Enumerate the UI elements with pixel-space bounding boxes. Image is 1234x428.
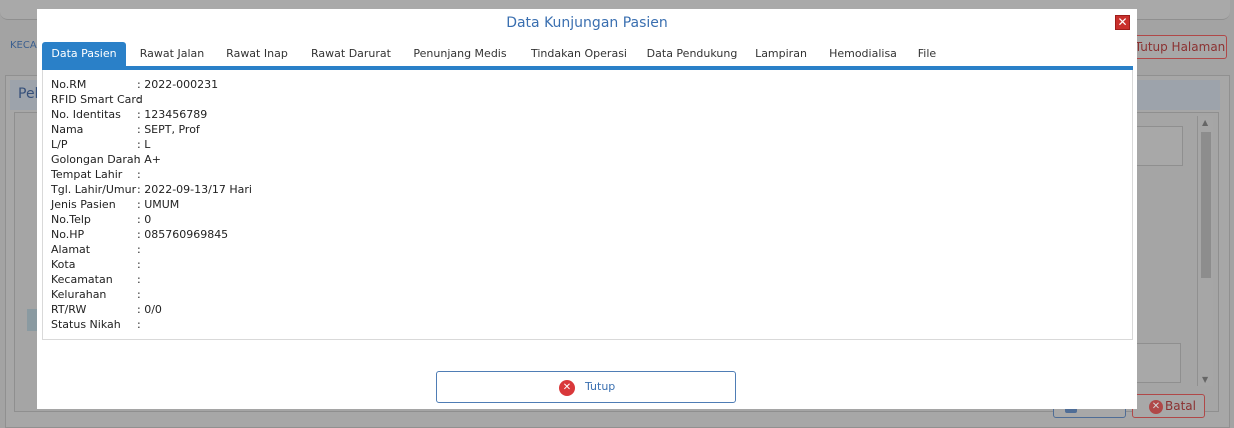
background-field-box — [1135, 343, 1181, 383]
field-value: : — [137, 93, 141, 106]
field-label: L/P — [51, 138, 68, 151]
tab-data-pendukung[interactable]: Data Pendukung — [642, 42, 742, 66]
field-row: Nama : SEPT, Prof — [51, 122, 200, 137]
field-row: L/P : L — [51, 137, 150, 152]
field-label: No.Telp — [51, 213, 91, 226]
field-label: Status Nikah — [51, 318, 121, 331]
field-row: Kecamatan: — [51, 272, 141, 287]
field-row: Alamat: — [51, 242, 141, 257]
field-value: : L — [137, 138, 151, 151]
field-row: No.RM : 2022-000231 — [51, 77, 218, 92]
tab-hemodialisa[interactable]: Hemodialisa — [822, 42, 904, 66]
background-field-box — [1135, 126, 1183, 166]
tab-tindakan-operasi[interactable]: Tindakan Operasi — [524, 42, 634, 66]
tab-rawat-darurat[interactable]: Rawat Darurat — [306, 42, 396, 66]
tab-data-pasien[interactable]: Data Pasien — [42, 42, 126, 66]
tab-file[interactable]: File — [912, 42, 942, 66]
batal-label: Batal — [1165, 399, 1196, 413]
field-label: Kota — [51, 258, 76, 271]
field-label: No. Identitas — [51, 108, 121, 121]
field-label: Tempat Lahir — [51, 168, 123, 181]
field-label: Nama — [51, 123, 84, 136]
scroll-up-icon: ▲ — [1202, 118, 1209, 127]
field-value: : 123456789 — [137, 108, 208, 121]
tutup-button[interactable]: ✕ Tutup — [436, 371, 736, 403]
x-circle-icon: ✕ — [559, 380, 575, 396]
tutup-halaman-button: Tutup Halaman — [1133, 35, 1227, 59]
field-value: : — [137, 168, 141, 181]
scrollbar-thumb — [1201, 132, 1211, 278]
field-value: : — [137, 318, 141, 331]
field-value: : — [137, 243, 141, 256]
field-value: : — [137, 258, 141, 271]
scroll-down-icon: ▼ — [1202, 375, 1209, 384]
field-row: Status Nikah: — [51, 317, 141, 332]
field-label: Jenis Pasien — [51, 198, 116, 211]
field-value: : — [137, 288, 141, 301]
field-value: : 085760969845 — [137, 228, 229, 241]
field-label: Tgl. Lahir/Umur — [51, 183, 137, 196]
field-label: Golongan Darah — [51, 153, 141, 166]
background-scrollbar: ▲ ▼ — [1197, 116, 1213, 386]
batal-button: ✕ Batal — [1132, 394, 1205, 418]
field-value: : 2022-000231 — [137, 78, 219, 91]
field-row: No. Identitas : 123456789 — [51, 107, 207, 122]
field-row: Golongan Darah: A+ — [51, 152, 161, 167]
field-value: : UMUM — [137, 198, 180, 211]
tab-bar: Data Pasien Rawat Jalan Rawat Inap Rawat… — [42, 42, 1134, 68]
field-label: Kecamatan — [51, 273, 113, 286]
tab-penunjang-medis[interactable]: Penunjang Medis — [410, 42, 510, 66]
field-label: Kelurahan — [51, 288, 107, 301]
tutup-label: Tutup — [585, 380, 616, 393]
field-label: No.HP — [51, 228, 85, 241]
close-icon[interactable]: ✕ — [1115, 15, 1130, 30]
field-label: RFID Smart Card — [51, 93, 143, 106]
field-row: RFID Smart Card: — [51, 92, 143, 107]
tab-rawat-jalan[interactable]: Rawat Jalan — [132, 42, 212, 66]
field-label: Alamat — [51, 243, 91, 256]
patient-data-panel: No.RM : 2022-000231 RFID Smart Card: No. … — [42, 70, 1133, 340]
field-row: Tgl. Lahir/Umur: 2022-09-13/17 Hari — [51, 182, 252, 197]
field-row: No.Telp : 0 — [51, 212, 151, 227]
x-circle-icon: ✕ — [1149, 400, 1163, 414]
field-value: : A+ — [137, 153, 161, 166]
field-value: : SEPT, Prof — [137, 123, 200, 136]
background-pel-label: Pel — [18, 86, 39, 102]
patient-visit-modal: Data Kunjungan Pasien ✕ Data Pasien Rawa… — [37, 9, 1137, 409]
field-value: : 0 — [137, 213, 152, 226]
field-row: Kota: — [51, 257, 141, 272]
field-label: No.RM — [51, 78, 87, 91]
background-left-stub — [27, 309, 37, 331]
tab-lampiran[interactable]: Lampiran — [750, 42, 812, 66]
field-row: Kelurahan: — [51, 287, 141, 302]
field-row: RT/RW : 0/0 — [51, 302, 162, 317]
field-row: Tempat Lahir: — [51, 167, 141, 182]
field-value: : — [137, 273, 141, 286]
background-kec-label: KECA — [10, 40, 37, 51]
field-value: : 2022-09-13/17 Hari — [137, 183, 252, 196]
tab-rawat-inap[interactable]: Rawat Inap — [222, 42, 292, 66]
field-row: Jenis Pasien : UMUM — [51, 197, 179, 212]
modal-title: Data Kunjungan Pasien — [506, 15, 668, 31]
field-label: RT/RW — [51, 303, 87, 316]
field-value: : 0/0 — [137, 303, 162, 316]
field-row: No.HP : 085760969845 — [51, 227, 228, 242]
